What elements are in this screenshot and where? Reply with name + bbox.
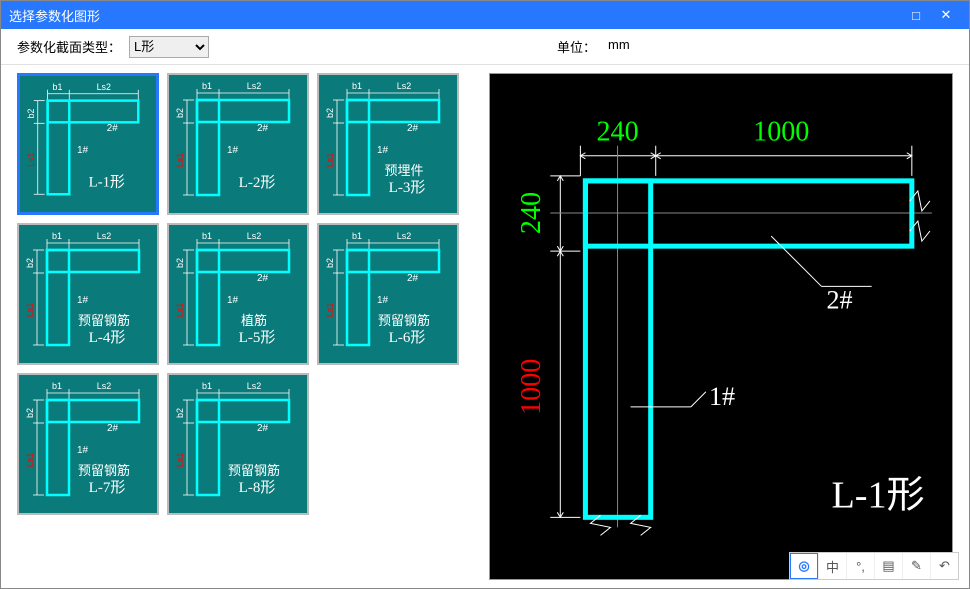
svg-text:b1: b1: [53, 82, 63, 92]
svg-text:植筋: 植筋: [241, 313, 267, 328]
svg-text:L-3形: L-3形: [389, 179, 426, 196]
svg-text:2#: 2#: [407, 273, 419, 284]
svg-text:预留钢筋: 预留钢筋: [78, 313, 130, 328]
svg-text:Ls1: Ls1: [25, 303, 35, 318]
svg-text:2#: 2#: [257, 423, 269, 434]
svg-text:b2: b2: [325, 108, 335, 118]
unit-label: 单位：: [557, 37, 596, 56]
thumbnail-L-3[interactable]: b1 Ls2 b2 Ls1 1# 2# 预埋件 L-3形: [317, 73, 459, 215]
svg-text:b2: b2: [25, 258, 35, 268]
svg-text:Ls1: Ls1: [25, 453, 35, 468]
svg-text:Ls1: Ls1: [175, 453, 185, 468]
svg-text:b1: b1: [352, 81, 362, 91]
svg-text:Ls2: Ls2: [97, 381, 112, 391]
svg-text:Ls2: Ls2: [97, 82, 111, 92]
ime-btn-5[interactable]: ✎: [902, 553, 930, 579]
preview-panel: 240 1000 240 1000: [489, 73, 953, 580]
svg-text:b1: b1: [202, 231, 212, 241]
svg-text:b1: b1: [352, 231, 362, 241]
ime-btn-6[interactable]: ↶: [930, 553, 958, 579]
svg-text:1#: 1#: [377, 145, 389, 156]
svg-text:Ls1: Ls1: [325, 303, 335, 318]
svg-text:1#: 1#: [227, 295, 239, 306]
svg-text:预埋件: 预埋件: [384, 163, 423, 178]
thumbnail-L-7[interactable]: b1 Ls2 b2 Ls1 1# 2# 预留钢筋 L-7形: [17, 373, 159, 515]
thumbnail-L-5[interactable]: b1 Ls2 b2 Ls1 1# 2# 植筋 L-5形: [167, 223, 309, 365]
thumbnail-L-1[interactable]: b1 Ls2 b2 Ls1 1# 2# L-1形: [17, 73, 159, 215]
svg-text:b1: b1: [52, 231, 62, 241]
svg-text:Ls2: Ls2: [247, 231, 262, 241]
svg-text:L-5形: L-5形: [239, 329, 276, 346]
close-icon: ✕: [941, 7, 952, 23]
svg-text:L-2形: L-2形: [239, 174, 276, 191]
thumbnails-panel: b1 Ls2 b2 Ls1 1# 2# L-1形: [17, 73, 477, 580]
svg-text:b2: b2: [175, 108, 185, 118]
thumbnail-L-8[interactable]: b1 Ls2 b2 Ls1 2# 预留钢筋 L-8形: [167, 373, 309, 515]
mark-2: 2#: [826, 285, 852, 314]
svg-text:Ls2: Ls2: [97, 231, 112, 241]
svg-text:b2: b2: [175, 408, 185, 418]
svg-text:1#: 1#: [77, 145, 88, 156]
section-type-label: 参数化截面类型：: [17, 37, 121, 56]
ime-btn-3[interactable]: °,: [846, 553, 874, 579]
svg-text:1#: 1#: [77, 295, 89, 306]
svg-text:2#: 2#: [107, 423, 119, 434]
svg-text:b1: b1: [202, 81, 212, 91]
svg-text:预留钢筋: 预留钢筋: [378, 313, 430, 328]
svg-text:b1: b1: [202, 381, 212, 391]
svg-text:预留钢筋: 预留钢筋: [228, 463, 280, 478]
svg-text:L-7形: L-7形: [89, 479, 126, 496]
titlebar: 选择参数化图形 □ ✕: [1, 1, 969, 29]
content-area: b1 Ls2 b2 Ls1 1# 2# L-1形: [1, 65, 969, 588]
dim-h1: 240: [596, 117, 638, 148]
svg-text:预留钢筋: 预留钢筋: [78, 463, 130, 478]
svg-text:b1: b1: [52, 381, 62, 391]
dialog-window: 选择参数化图形 □ ✕ 参数化截面类型： L形 单位： mm: [0, 0, 970, 589]
ime-toolbar: ◎ 中 °, ▤ ✎ ↶: [789, 552, 959, 580]
minimize-icon: □: [912, 8, 920, 23]
svg-text:b2: b2: [25, 408, 35, 418]
thumbnail-L-6[interactable]: b1 Ls2 b2 Ls1 1# 2# 预留钢筋 L-6形: [317, 223, 459, 365]
svg-text:Ls2: Ls2: [397, 81, 412, 91]
svg-text:Ls2: Ls2: [247, 381, 262, 391]
dim-v2: 1000: [516, 359, 547, 415]
svg-text:Ls1: Ls1: [26, 153, 36, 167]
svg-text:L-1形: L-1形: [89, 173, 125, 190]
minimize-button[interactable]: □: [901, 1, 931, 29]
svg-text:2#: 2#: [107, 123, 118, 134]
ime-btn-4[interactable]: ▤: [874, 553, 902, 579]
dim-v1: 240: [516, 192, 547, 234]
svg-text:2#: 2#: [257, 273, 269, 284]
preview-caption: L-1形: [831, 474, 924, 516]
svg-text:L-4形: L-4形: [89, 329, 126, 346]
mark-1: 1#: [709, 382, 735, 411]
svg-text:1#: 1#: [227, 145, 239, 156]
svg-text:1#: 1#: [77, 445, 89, 456]
svg-text:L-8形: L-8形: [239, 479, 276, 496]
svg-text:L-6形: L-6形: [389, 329, 426, 346]
svg-text:Ls2: Ls2: [397, 231, 412, 241]
toolbar: 参数化截面类型： L形 单位： mm: [1, 29, 969, 65]
svg-text:b2: b2: [26, 108, 36, 118]
svg-text:b2: b2: [175, 258, 185, 268]
svg-text:b2: b2: [325, 258, 335, 268]
section-type-select[interactable]: L形: [129, 36, 209, 58]
preview-drawing: 240 1000 240 1000: [490, 74, 952, 579]
svg-text:Ls1: Ls1: [325, 153, 335, 168]
svg-text:2#: 2#: [257, 123, 269, 134]
ime-btn-2[interactable]: 中: [818, 553, 846, 579]
unit-value: mm: [608, 37, 630, 56]
dim-h2: 1000: [753, 117, 809, 148]
close-button[interactable]: ✕: [931, 1, 961, 29]
thumbnail-L-4[interactable]: b1 Ls2 b2 Ls1 1# 预留钢筋 L-4形: [17, 223, 159, 365]
ime-btn-1[interactable]: ◎: [790, 553, 818, 579]
svg-text:1#: 1#: [377, 295, 389, 306]
thumbnail-L-2[interactable]: b1 Ls2 b2 Ls1 1# 2# L-2形: [167, 73, 309, 215]
svg-text:Ls2: Ls2: [247, 81, 262, 91]
svg-text:Ls1: Ls1: [175, 153, 185, 168]
svg-text:2#: 2#: [407, 123, 419, 134]
svg-text:Ls1: Ls1: [175, 303, 185, 318]
window-title: 选择参数化图形: [9, 6, 901, 25]
